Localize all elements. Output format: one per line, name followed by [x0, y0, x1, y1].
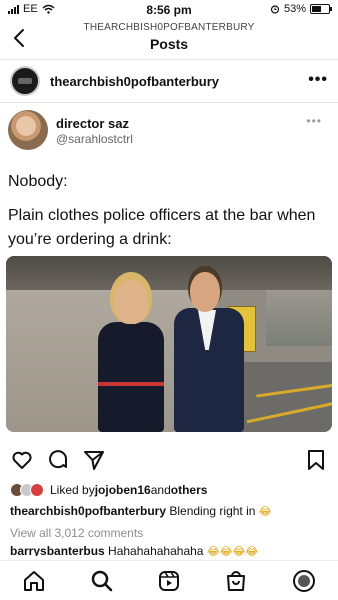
caption-username[interactable]: thearchbish0pofbanterbury [10, 504, 166, 518]
photo-person-head [190, 272, 220, 312]
heart-icon [12, 451, 32, 469]
action-bar [0, 448, 338, 472]
comment-username[interactable]: barrysbanterbus [10, 544, 105, 556]
liker-avatars [10, 483, 44, 497]
tweet-display-name: director saz [56, 116, 129, 131]
tweet-line-2: Plain clothes police officers at the bar… [8, 207, 316, 248]
tweet-photo [6, 256, 332, 432]
photo-background [266, 290, 332, 346]
page-title: Posts [149, 36, 189, 52]
post-image[interactable]: director saz @sarahlostctrl ••• Nobody: … [0, 104, 338, 444]
view-comments-link[interactable]: View all 3,012 comments [10, 526, 143, 540]
comment-text: Hahahahahahaha [104, 544, 204, 556]
tweet-avatar [8, 110, 48, 150]
liked-by-user[interactable]: jojoben16 [95, 483, 151, 497]
post-username[interactable]: thearchbish0pofbanterbury [50, 74, 219, 89]
nav-header: THEARCHBISH0POFBANTERBURY Posts [0, 20, 338, 58]
tweet-more-icon: ••• [306, 114, 322, 128]
more-options-button[interactable]: ••• [308, 71, 328, 89]
caption-emoji: 😂 [258, 505, 272, 518]
photo-dress-stripe [98, 382, 164, 386]
caption-text: Blending right in [166, 504, 256, 518]
caption: thearchbish0pofbanterbury Blending right… [10, 504, 330, 518]
share-button[interactable] [82, 448, 106, 472]
bottom-nav [0, 560, 338, 600]
comment-emoji: 😂😂😂😂 [206, 545, 259, 556]
nav-shop[interactable] [224, 569, 248, 593]
account-subtitle: THEARCHBISH0POFBANTERBURY [83, 22, 255, 33]
search-icon [91, 570, 113, 592]
status-right: 53% [270, 3, 332, 15]
liked-by-prefix: Liked by [50, 483, 95, 497]
alarm-icon [270, 5, 280, 14]
like-button[interactable] [10, 448, 34, 472]
bookmark-icon [308, 450, 324, 470]
photo-ceiling [6, 256, 332, 290]
profile-icon [293, 570, 315, 592]
tweet-handle: @sarahlostctrl [56, 132, 133, 146]
nav-home[interactable] [22, 569, 46, 593]
reels-icon [159, 571, 179, 591]
liked-by-and: and [150, 483, 171, 497]
tweet-text: Nobody: Plain clothes police officers at… [8, 170, 330, 262]
share-icon [84, 451, 104, 470]
nav-profile[interactable] [292, 569, 316, 593]
home-icon [24, 571, 44, 591]
avatar[interactable] [10, 66, 40, 96]
shop-icon [227, 571, 245, 591]
post-header: thearchbish0pofbanterbury ••• [0, 62, 338, 102]
photo-person-head [114, 280, 148, 324]
header-divider [0, 59, 338, 60]
nav-search[interactable] [90, 569, 114, 593]
post-divider [0, 102, 338, 103]
avatar [30, 483, 44, 497]
tweet-line-1: Nobody: [8, 173, 68, 190]
comment-preview: barrysbanterbus Hahahahahahaha 😂😂😂😂 [10, 544, 330, 556]
comment-button[interactable] [46, 448, 70, 472]
battery-percent: 53% [283, 3, 306, 15]
likes-row[interactable]: Liked by jojoben16 and others [10, 480, 207, 500]
save-button[interactable] [304, 448, 328, 472]
photo-person [98, 322, 164, 432]
battery-icon [310, 4, 332, 14]
liked-by-others[interactable]: others [171, 483, 208, 497]
comment-icon [49, 450, 68, 469]
nav-reels[interactable] [157, 569, 181, 593]
status-bar: EE 8:56 pm 53% [0, 0, 338, 20]
